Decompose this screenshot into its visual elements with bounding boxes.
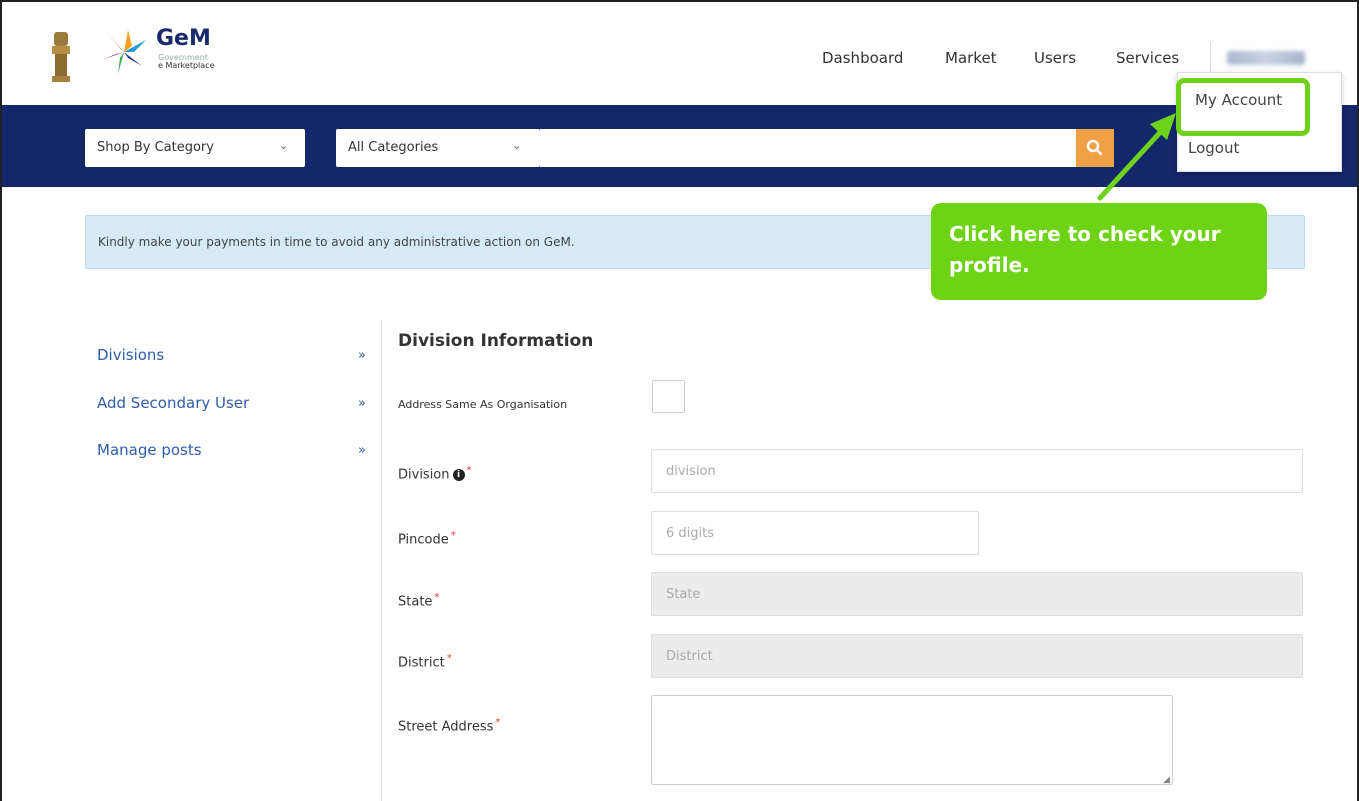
- state-label-text: State: [398, 594, 433, 610]
- logo-title: GeM: [156, 26, 211, 51]
- shop-by-category-dropdown[interactable]: Shop By Category ⌄: [85, 129, 305, 167]
- street-address-textarea[interactable]: [651, 695, 1173, 785]
- search-bar: Shop By Category ⌄ All Categories ⌄: [2, 105, 1357, 187]
- alert-text: Kindly make your payments in time to avo…: [98, 235, 575, 249]
- logo-subtitle-emarketplace: e Marketplace: [158, 61, 215, 70]
- state-label: State *: [398, 592, 439, 609]
- page-title: Division Information: [398, 331, 594, 351]
- street-address-label: Street Address *: [398, 717, 500, 734]
- chevron-down-icon: ⌄: [279, 139, 289, 152]
- nav-services[interactable]: Services: [1116, 49, 1179, 67]
- search-icon: [1086, 139, 1103, 156]
- double-chevron-right-icon: »: [358, 443, 366, 458]
- sidebar-item-manage-posts[interactable]: Manage posts: [97, 441, 202, 459]
- division-label-text: Division: [398, 467, 450, 483]
- gem-logo-icon: [102, 30, 146, 74]
- sidebar-divider: [381, 320, 382, 801]
- required-mark: *: [446, 653, 452, 664]
- required-mark: *: [450, 530, 456, 541]
- division-label: Division i *: [398, 465, 472, 482]
- district-label: District *: [398, 653, 452, 670]
- info-icon[interactable]: i: [452, 468, 465, 481]
- double-chevron-right-icon: »: [358, 396, 366, 411]
- required-mark: *: [434, 592, 440, 603]
- annotation-callout: Click here to check your profile.: [931, 203, 1267, 300]
- pincode-label-text: Pincode: [398, 532, 449, 548]
- address-same-checkbox[interactable]: [652, 380, 685, 413]
- national-emblem-icon: [52, 32, 70, 82]
- resize-handle-icon[interactable]: ◢: [1163, 775, 1170, 785]
- district-input: [651, 634, 1303, 678]
- nav-market[interactable]: Market: [945, 49, 997, 67]
- user-name-menu[interactable]: [1210, 42, 1312, 76]
- top-header: GeM Government e Marketplace Dashboard M…: [2, 2, 1357, 105]
- sidebar-item-add-secondary-user[interactable]: Add Secondary User: [97, 394, 249, 412]
- nav-dashboard[interactable]: Dashboard: [822, 49, 903, 67]
- all-categories-dropdown[interactable]: All Categories ⌄: [336, 129, 540, 167]
- division-input[interactable]: [651, 449, 1303, 493]
- callout-text: Click here to check your profile.: [949, 222, 1221, 277]
- my-account-highlight: [1176, 78, 1310, 136]
- required-mark: *: [466, 465, 472, 476]
- sidebar-item-divisions[interactable]: Divisions: [97, 346, 164, 364]
- required-mark: *: [495, 717, 501, 728]
- district-label-text: District: [398, 655, 445, 671]
- shop-by-category-label: Shop By Category: [97, 140, 214, 155]
- street-address-label-text: Street Address: [398, 719, 494, 735]
- address-same-label: Address Same As Organisation: [398, 398, 568, 411]
- pincode-label: Pincode *: [398, 530, 456, 547]
- chevron-down-icon: ⌄: [512, 139, 522, 152]
- double-chevron-right-icon: »: [358, 348, 366, 363]
- all-categories-label: All Categories: [348, 140, 439, 155]
- search-button[interactable]: [1076, 129, 1114, 167]
- nav-users[interactable]: Users: [1034, 49, 1076, 67]
- pincode-input[interactable]: [651, 511, 979, 555]
- blurred-username: [1227, 51, 1305, 65]
- search-input[interactable]: [540, 129, 1076, 167]
- state-input: [651, 572, 1303, 616]
- menu-item-logout[interactable]: Logout: [1188, 139, 1239, 157]
